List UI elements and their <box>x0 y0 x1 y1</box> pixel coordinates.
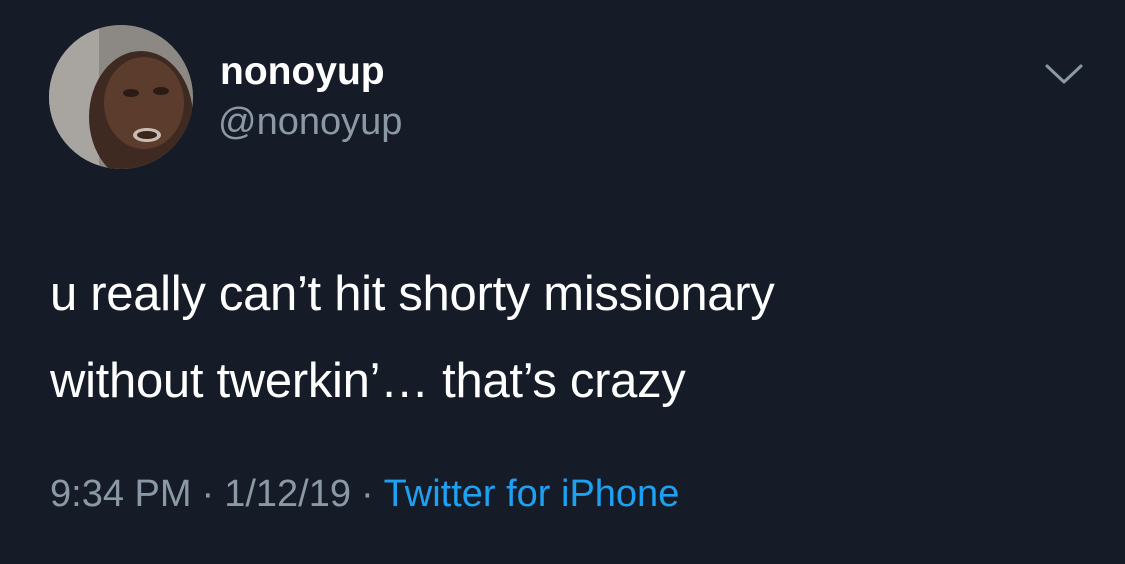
tweet-card: nonoyup @nonoyup u really can’t hit shor… <box>0 0 1125 564</box>
tweet-date[interactable]: 1/12/19 <box>224 473 351 515</box>
author-handle[interactable]: @nonoyup <box>218 98 402 146</box>
author-display-name[interactable]: nonoyup <box>220 48 385 96</box>
tweet-text-line: without twerkin’… that’s crazy <box>50 354 686 408</box>
avatar[interactable] <box>49 25 193 169</box>
tweet-text: u really can’t hit shorty missionary wit… <box>50 251 1070 425</box>
separator-dot: · <box>201 473 215 515</box>
tweet-menu-button[interactable] <box>1043 58 1085 88</box>
tweet-source-link[interactable]: Twitter for iPhone <box>384 473 680 515</box>
tweet-metadata: 9:34 PM · 1/12/19 · Twitter for iPhone <box>50 470 679 518</box>
tweet-text-line: u really can’t hit shorty missionary <box>50 267 775 321</box>
profile-photo-icon <box>49 25 193 169</box>
chevron-down-icon <box>1045 64 1083 84</box>
separator-dot: · <box>360 473 374 515</box>
tweet-time[interactable]: 9:34 PM <box>50 473 192 515</box>
